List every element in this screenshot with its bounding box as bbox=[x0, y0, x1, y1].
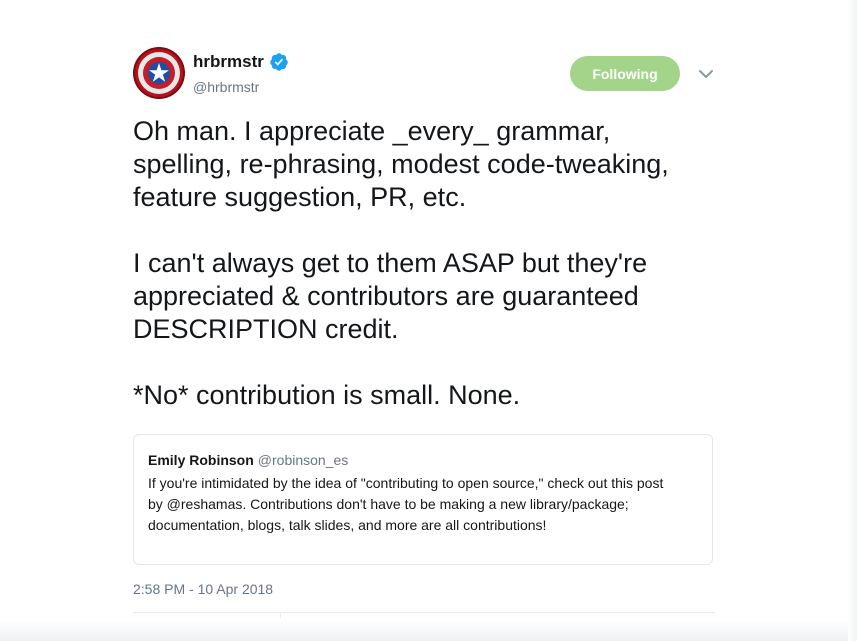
tweet-timestamp[interactable]: 2:58 PM - 10 Apr 2018 bbox=[133, 580, 273, 598]
quoted-tweet[interactable]: Emily Robinson @robinson_es If you're int… bbox=[133, 434, 713, 565]
quoted-tweet-header: Emily Robinson @robinson_es bbox=[148, 451, 698, 469]
right-edge-shade bbox=[848, 0, 857, 641]
following-button[interactable]: Following bbox=[570, 56, 680, 91]
quoted-author-handle: @robinson_es bbox=[257, 452, 349, 468]
captain-america-shield-icon bbox=[133, 47, 185, 99]
quoted-author-name: Emily Robinson bbox=[148, 452, 254, 468]
quoted-tweet-text: If you're intimidated by the idea of "co… bbox=[148, 475, 664, 533]
divider-tick bbox=[280, 612, 281, 618]
author-display-name[interactable]: hrbrmstr bbox=[193, 52, 264, 72]
chevron-down-icon[interactable] bbox=[697, 66, 715, 82]
verified-badge-icon bbox=[270, 53, 288, 71]
author-handle[interactable]: @hrbrmstr bbox=[193, 78, 289, 96]
tweet-text: Oh man. I appreciate _every_ grammar, sp… bbox=[133, 116, 669, 410]
divider bbox=[133, 612, 715, 613]
author-info: hrbrmstr @hrbrmstr bbox=[193, 52, 289, 96]
avatar[interactable] bbox=[133, 47, 185, 99]
tweet-card: hrbrmstr @hrbrmstr Following Oh man. I a… bbox=[0, 0, 857, 641]
bottom-shade bbox=[0, 620, 857, 641]
